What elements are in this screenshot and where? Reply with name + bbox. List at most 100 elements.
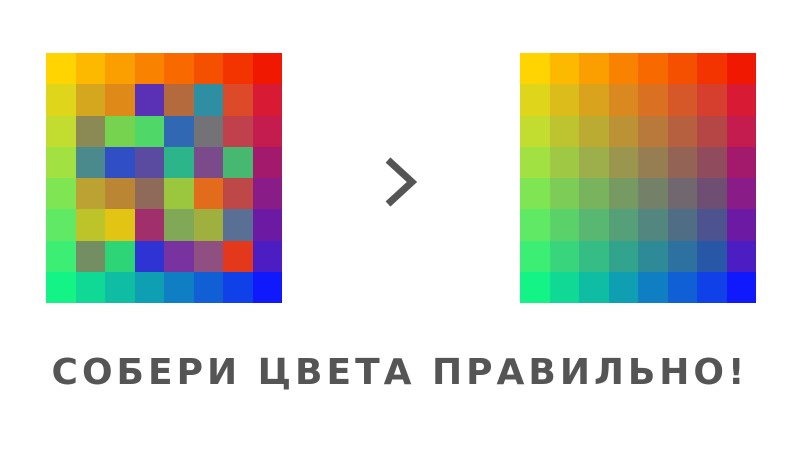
puzzle-tile[interactable] bbox=[105, 271, 135, 303]
puzzle-tile[interactable] bbox=[223, 84, 253, 116]
solution-tile bbox=[638, 115, 668, 147]
solution-tile bbox=[608, 146, 638, 178]
solution-tile bbox=[638, 271, 668, 303]
puzzle-tile[interactable] bbox=[46, 115, 76, 147]
puzzle-tile[interactable] bbox=[252, 271, 282, 303]
puzzle-tile[interactable] bbox=[105, 178, 135, 210]
puzzle-tile[interactable] bbox=[134, 115, 164, 147]
puzzle-tile[interactable] bbox=[223, 271, 253, 303]
puzzle-tile[interactable] bbox=[193, 209, 223, 241]
solution-tile bbox=[608, 240, 638, 272]
puzzle-tile[interactable] bbox=[46, 178, 76, 210]
puzzle-tile[interactable] bbox=[46, 84, 76, 116]
puzzle-tile[interactable] bbox=[193, 115, 223, 147]
puzzle-tile[interactable] bbox=[105, 146, 135, 178]
solution-tile bbox=[549, 209, 579, 241]
puzzle-tile[interactable] bbox=[75, 84, 105, 116]
puzzle-tile[interactable] bbox=[134, 271, 164, 303]
puzzle-tile[interactable] bbox=[46, 240, 76, 272]
solution-tile bbox=[667, 271, 697, 303]
puzzle-tile[interactable] bbox=[75, 209, 105, 241]
chevron-right-icon bbox=[385, 157, 418, 207]
puzzle-tile[interactable] bbox=[75, 146, 105, 178]
solution-tile bbox=[549, 115, 579, 147]
puzzle-tile[interactable] bbox=[46, 146, 76, 178]
puzzle-tile[interactable] bbox=[164, 53, 194, 85]
puzzle-tile[interactable] bbox=[193, 240, 223, 272]
puzzle-tile[interactable] bbox=[252, 146, 282, 178]
puzzle-tile[interactable] bbox=[164, 115, 194, 147]
puzzle-tile[interactable] bbox=[105, 240, 135, 272]
puzzle-tile[interactable] bbox=[164, 84, 194, 116]
puzzle-tile[interactable] bbox=[105, 209, 135, 241]
puzzle-tile[interactable] bbox=[252, 115, 282, 147]
solution-tile bbox=[520, 271, 550, 303]
puzzle-tile[interactable] bbox=[134, 84, 164, 116]
solution-tile bbox=[697, 240, 727, 272]
solution-tile bbox=[549, 240, 579, 272]
solution-tile bbox=[520, 178, 550, 210]
puzzle-tile[interactable] bbox=[252, 240, 282, 272]
puzzle-tile[interactable] bbox=[75, 271, 105, 303]
puzzle-tile[interactable] bbox=[75, 178, 105, 210]
puzzle-tile[interactable] bbox=[164, 146, 194, 178]
solution-tile bbox=[520, 240, 550, 272]
solution-tile bbox=[697, 84, 727, 116]
solution-tile bbox=[608, 209, 638, 241]
puzzle-tile[interactable] bbox=[223, 240, 253, 272]
puzzle-tile[interactable] bbox=[252, 209, 282, 241]
puzzle-tile[interactable] bbox=[193, 271, 223, 303]
puzzle-tile[interactable] bbox=[164, 271, 194, 303]
solution-tile bbox=[520, 115, 550, 147]
puzzle-tile[interactable] bbox=[164, 178, 194, 210]
puzzle-tile[interactable] bbox=[75, 53, 105, 85]
solution-tile bbox=[579, 53, 609, 85]
solution-tile bbox=[726, 178, 756, 210]
puzzle-tile[interactable] bbox=[193, 53, 223, 85]
solution-tile bbox=[697, 178, 727, 210]
solution-tile bbox=[638, 240, 668, 272]
solution-tile bbox=[579, 84, 609, 116]
solution-tile bbox=[579, 240, 609, 272]
solution-tile bbox=[697, 53, 727, 85]
solution-tile bbox=[726, 146, 756, 178]
puzzle-tile[interactable] bbox=[223, 209, 253, 241]
puzzle-tile[interactable] bbox=[193, 178, 223, 210]
solution-tile bbox=[697, 115, 727, 147]
puzzle-tile[interactable] bbox=[223, 53, 253, 85]
puzzle-tile[interactable] bbox=[193, 84, 223, 116]
puzzle-tile[interactable] bbox=[46, 271, 76, 303]
puzzle-grid[interactable] bbox=[46, 53, 282, 303]
puzzle-tile[interactable] bbox=[46, 209, 76, 241]
solution-tile bbox=[697, 209, 727, 241]
puzzle-tile[interactable] bbox=[252, 178, 282, 210]
puzzle-tile[interactable] bbox=[164, 240, 194, 272]
puzzle-tile[interactable] bbox=[105, 84, 135, 116]
page-title: СОБЕРИ ЦВЕТА ПРАВИЛЬНО! bbox=[51, 352, 749, 393]
puzzle-tile[interactable] bbox=[134, 178, 164, 210]
puzzle-tile[interactable] bbox=[134, 146, 164, 178]
puzzle-tile[interactable] bbox=[223, 146, 253, 178]
puzzle-tile[interactable] bbox=[134, 209, 164, 241]
solution-tile bbox=[726, 53, 756, 85]
puzzle-tile[interactable] bbox=[105, 53, 135, 85]
solution-tile bbox=[726, 271, 756, 303]
puzzle-tile[interactable] bbox=[223, 115, 253, 147]
game-screen: СОБЕРИ ЦВЕТА ПРАВИЛЬНО! bbox=[0, 0, 800, 470]
puzzle-tile[interactable] bbox=[46, 53, 76, 85]
puzzle-tile[interactable] bbox=[252, 53, 282, 85]
solution-tile bbox=[608, 178, 638, 210]
puzzle-tile[interactable] bbox=[75, 115, 105, 147]
puzzle-tile[interactable] bbox=[223, 178, 253, 210]
solution-tile bbox=[608, 53, 638, 85]
solution-tile bbox=[638, 146, 668, 178]
puzzle-tile[interactable] bbox=[193, 146, 223, 178]
puzzle-tile[interactable] bbox=[164, 209, 194, 241]
puzzle-tile[interactable] bbox=[134, 240, 164, 272]
puzzle-tile[interactable] bbox=[105, 115, 135, 147]
puzzle-tile[interactable] bbox=[252, 84, 282, 116]
solution-tile bbox=[638, 53, 668, 85]
puzzle-tile[interactable] bbox=[134, 53, 164, 85]
puzzle-tile[interactable] bbox=[75, 240, 105, 272]
solution-tile bbox=[667, 115, 697, 147]
